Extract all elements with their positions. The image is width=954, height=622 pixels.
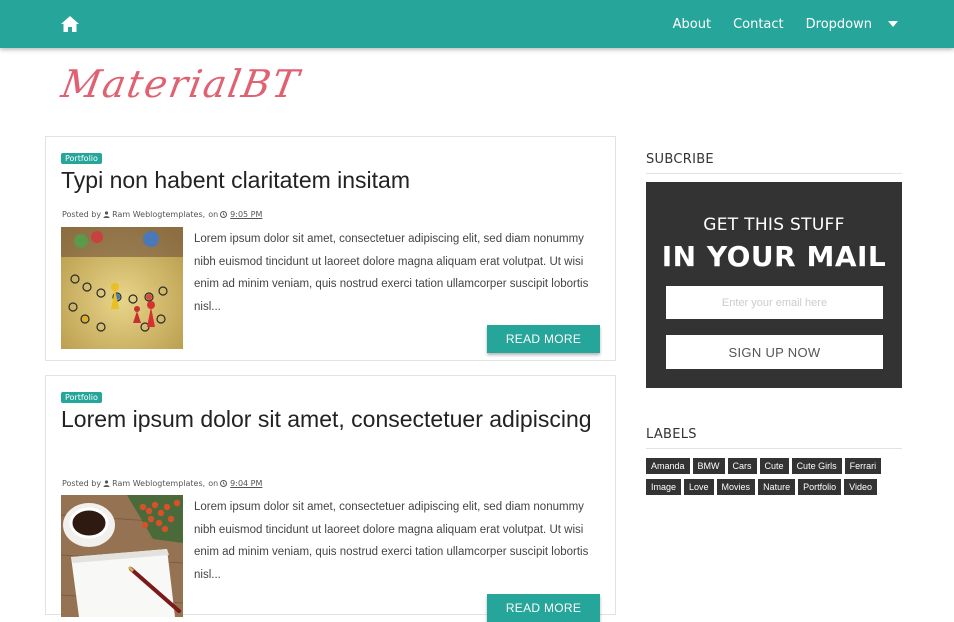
label-tag[interactable]: Love [684, 479, 714, 495]
post-label-badge[interactable]: Portfolio [61, 153, 102, 164]
label-tag[interactable]: Nature [758, 479, 796, 495]
nav-item-about[interactable]: About [673, 17, 711, 32]
post-snippet: Lorem ipsum dolor sit amet, consectetuer… [194, 233, 589, 313]
post-title[interactable]: Lorem ipsum dolor sit amet, consectetuer… [61, 404, 601, 434]
nav-links: About Contact Dropdown [651, 0, 898, 48]
label-tag[interactable]: Video [844, 479, 877, 495]
post-meta: Posted by Ram Weblogtemplates, on 9:05 P… [62, 210, 262, 219]
labels-widget-title: LABELS [646, 427, 902, 449]
subscribe-subheadline: IN YOUR MAIL [661, 240, 887, 273]
nav-item-contact[interactable]: Contact [733, 17, 784, 32]
post-card: Portfolio Lorem ipsum dolor sit amet, co… [45, 375, 616, 622]
labels-cloud: Amanda BMW Cars Cute Cute Girls Ferrari … [646, 458, 902, 500]
post-author[interactable]: Ram Weblogtemplates, [112, 479, 205, 488]
label-tag[interactable]: Ferrari [844, 458, 882, 474]
posted-by-text: Posted by [62, 210, 102, 219]
post-time[interactable]: 9:05 PM [230, 210, 262, 219]
sign-up-button[interactable]: SIGN UP NOW [666, 335, 883, 369]
label-tag[interactable]: BMW [692, 458, 725, 474]
caret-down-icon[interactable] [888, 21, 898, 27]
post-thumbnail-coffee-notebook[interactable] [61, 495, 183, 617]
post-author[interactable]: Ram Weblogtemplates, [112, 210, 205, 219]
user-icon [103, 211, 110, 218]
clock-icon [220, 480, 228, 487]
read-more-button[interactable]: READ MORE [487, 594, 600, 622]
home-icon[interactable] [60, 15, 80, 33]
subscribe-headline: GET THIS STUFF [703, 215, 845, 235]
label-tag[interactable]: Cute Girls [791, 458, 842, 474]
read-more-button[interactable]: READ MORE [487, 325, 600, 353]
label-tag[interactable]: Cars [727, 458, 757, 474]
clock-icon [220, 211, 228, 218]
post-card: Portfolio Typi non habent claritatem ins… [45, 136, 616, 361]
subscribe-box: GET THIS STUFF IN YOUR MAIL SIGN UP NOW [646, 182, 902, 388]
post-time[interactable]: 9:04 PM [230, 479, 262, 488]
top-navbar: About Contact Dropdown [0, 0, 954, 48]
nav-item-dropdown[interactable]: Dropdown [806, 17, 872, 32]
site-logo[interactable]: MaterialBT [58, 62, 303, 106]
posted-by-text: Posted by [62, 479, 102, 488]
label-tag[interactable]: Portfolio [798, 479, 842, 495]
post-meta: Posted by Ram Weblogtemplates, on 9:04 P… [62, 479, 262, 488]
label-tag[interactable]: Amanda [646, 458, 690, 474]
post-snippet: Lorem ipsum dolor sit amet, consectetuer… [194, 501, 589, 581]
email-input[interactable] [666, 286, 883, 319]
post-label-badge[interactable]: Portfolio [61, 392, 102, 403]
on-text: on [208, 210, 219, 219]
user-icon [103, 480, 110, 487]
subscribe-widget-title: SUBCRIBE [646, 152, 902, 174]
label-tag[interactable]: Image [646, 479, 682, 495]
post-title[interactable]: Typi non habent claritatem insitam [61, 165, 601, 195]
post-thumbnail-board-game[interactable] [61, 227, 183, 349]
on-text: on [208, 479, 219, 488]
label-tag[interactable]: Cute [759, 458, 789, 474]
label-tag[interactable]: Movies [716, 479, 756, 495]
